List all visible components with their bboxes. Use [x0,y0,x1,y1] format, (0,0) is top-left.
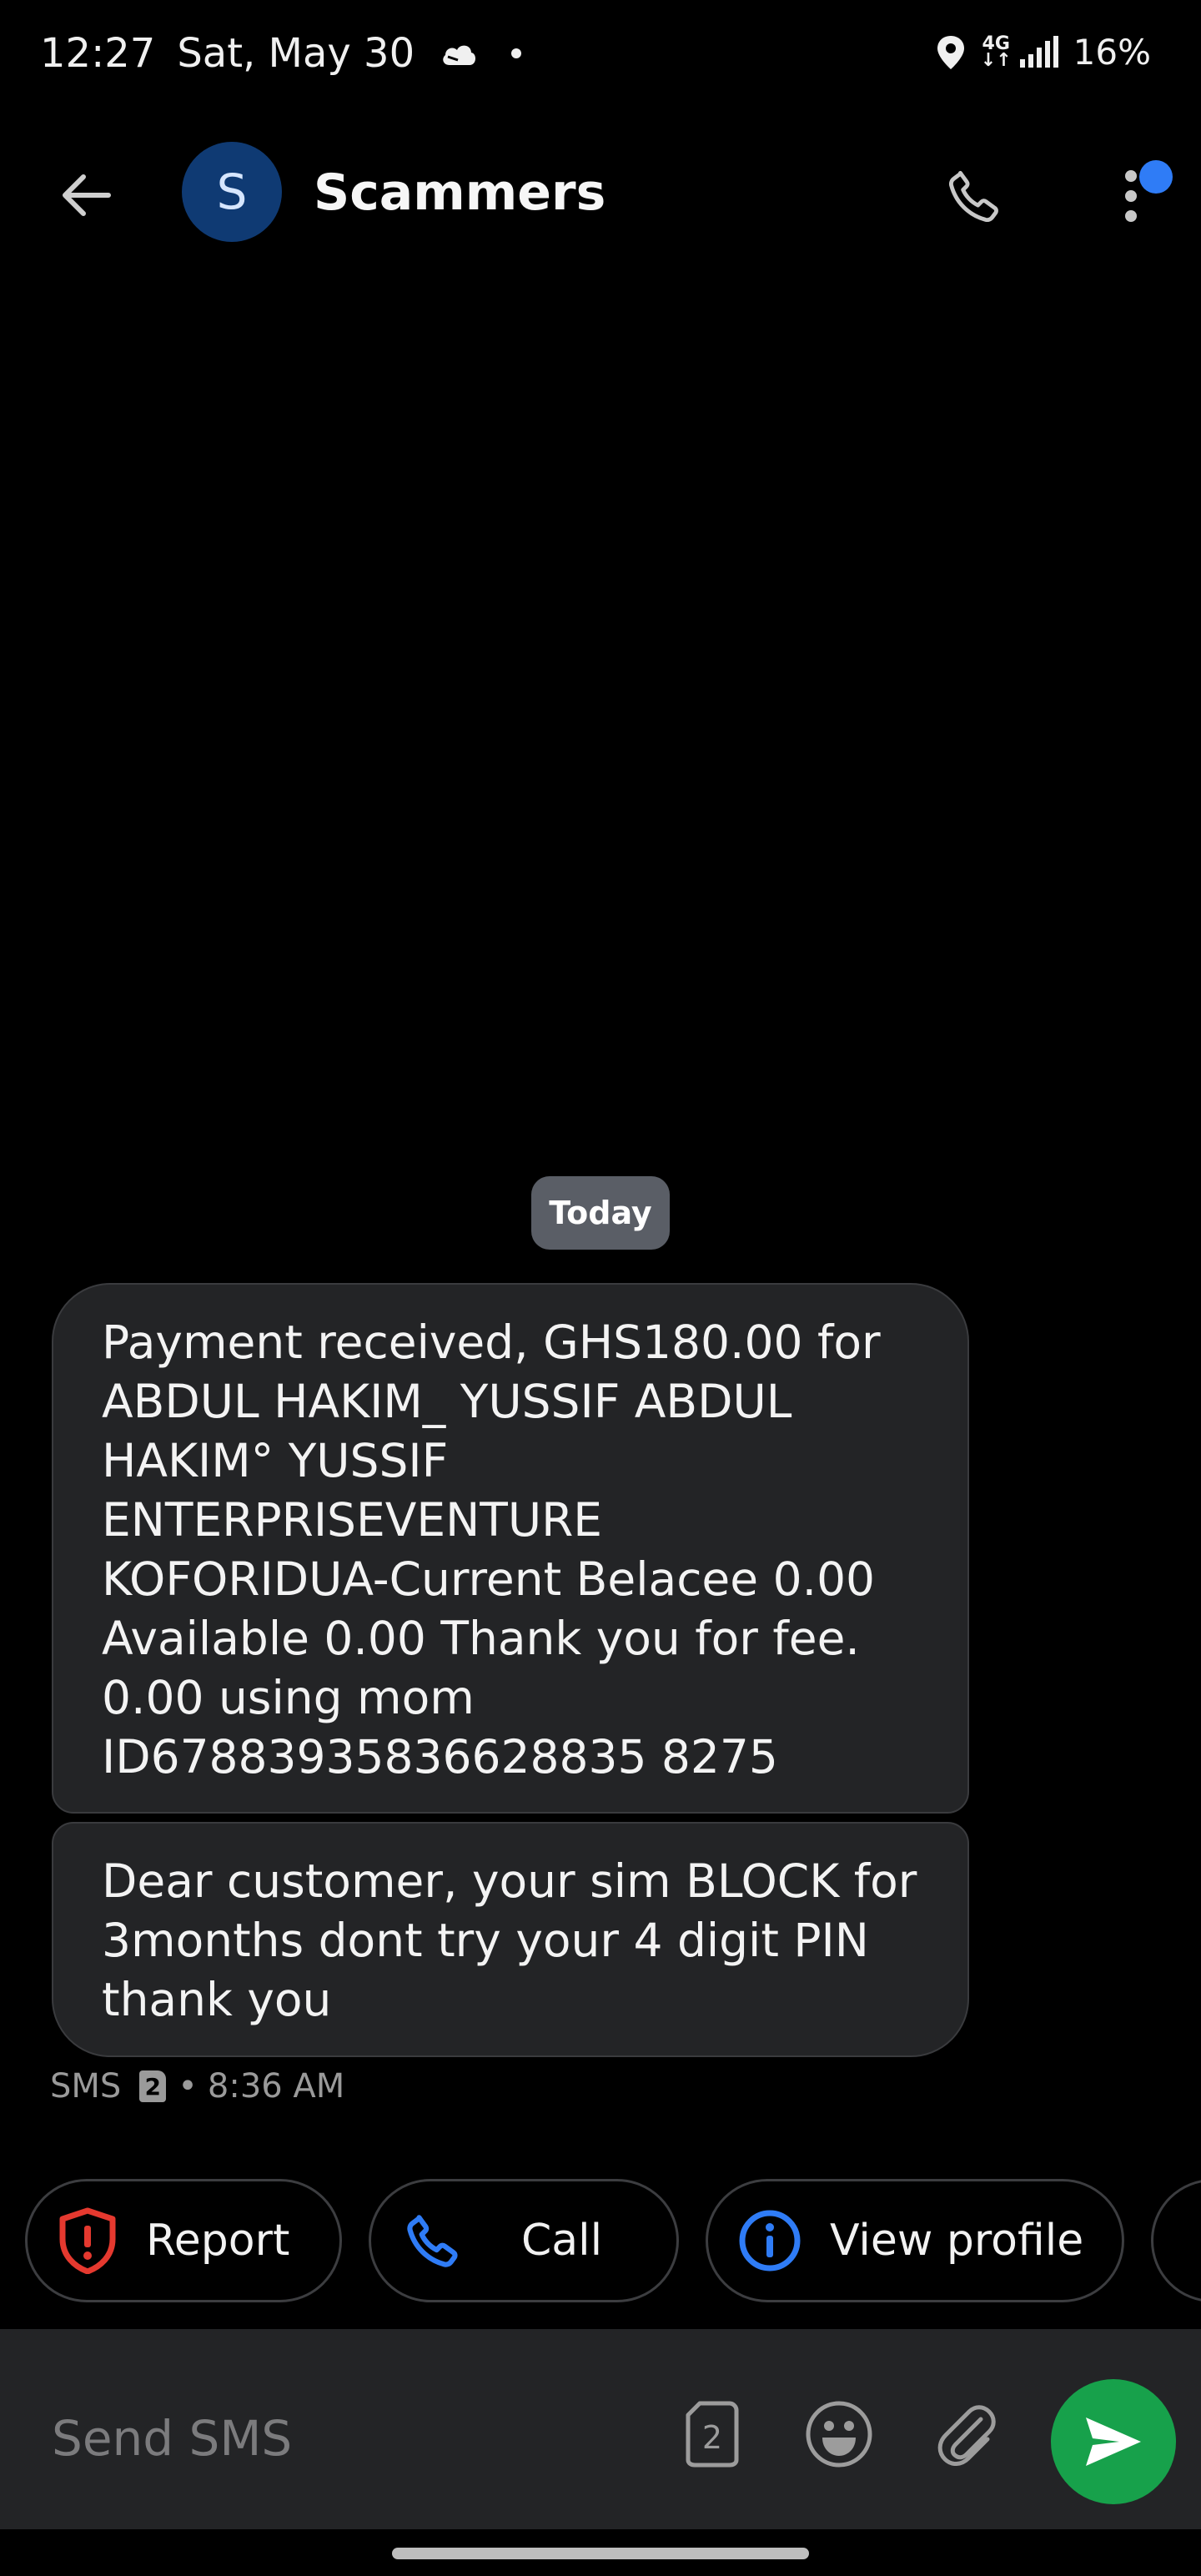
more-options-icon [1125,170,1137,182]
view-profile-chip[interactable]: View profile [706,2179,1124,2302]
view-profile-label: View profile [830,2216,1084,2266]
message-bubble[interactable]: Dear customer, your sim BLOCK for 3month… [52,1822,969,2057]
paperclip-icon [937,2405,996,2466]
message-time: 8:36 AM [207,2067,345,2106]
battery-level: 16% [1073,32,1151,73]
more-options-dot [1125,190,1137,202]
avatar-letter: S [216,164,248,220]
report-label: Report [146,2216,290,2266]
phone-icon [948,170,998,223]
notification-badge [1139,160,1173,194]
more-options-button[interactable] [1109,150,1176,242]
notification-dot-icon [511,48,522,58]
message-input[interactable] [50,2392,654,2484]
location-icon [936,34,966,71]
more-options-dot [1125,210,1137,222]
call-button[interactable] [937,158,1013,234]
report-chip[interactable]: Report [25,2179,342,2302]
message-meta: SMS 2 • 8:36 AM [50,2067,344,2106]
status-time: 12:27 [40,30,156,77]
home-indicator[interactable] [392,2548,809,2559]
phone-icon [401,2208,466,2273]
status-bar: 12:27 Sat, May 30 4G ↓↑ 16% [0,0,1201,117]
send-button[interactable] [1051,2379,1176,2504]
conversation-header: S Scammers [0,133,1201,250]
back-button[interactable] [50,160,120,230]
more-suggestions-chip[interactable] [1151,2179,1201,2302]
message-bubble[interactable]: Payment received, GHS180.00 for ABDUL HA… [52,1283,969,1814]
contact-avatar[interactable]: S [182,142,282,242]
cloud-icon [440,40,478,67]
contact-name[interactable]: Scammers [314,164,606,222]
data-arrows-icon: ↓↑ [980,49,1012,71]
emoji-icon [806,2401,872,2468]
attach-button[interactable] [924,2392,1008,2476]
status-left: 12:27 Sat, May 30 [40,30,522,77]
sim-card-icon: 2 [139,2070,167,2102]
emoji-button[interactable] [797,2392,881,2476]
suggestion-chips: Report Call View profile [0,2179,1201,2304]
message-type: SMS [50,2067,122,2106]
compose-bar: 2 [0,2329,1201,2529]
signal-icon [1018,35,1058,69]
meta-separator: • [178,2067,198,2106]
compose-sim-slot: 2 [702,2419,722,2456]
sim-select-button[interactable]: 2 [671,2392,754,2476]
send-icon [1086,2418,1141,2466]
shield-alert-icon [58,2207,118,2274]
sim-card-icon: 2 [686,2401,739,2468]
info-icon [738,2209,802,2272]
status-date: Sat, May 30 [177,30,415,77]
status-right: 4G ↓↑ 16% [936,32,1151,73]
call-label: Call [521,2216,603,2266]
network-type-icon: 4G ↓↑ [980,34,1012,71]
date-divider: Today [531,1176,670,1250]
call-chip[interactable]: Call [369,2179,679,2302]
back-arrow-icon [63,174,111,216]
